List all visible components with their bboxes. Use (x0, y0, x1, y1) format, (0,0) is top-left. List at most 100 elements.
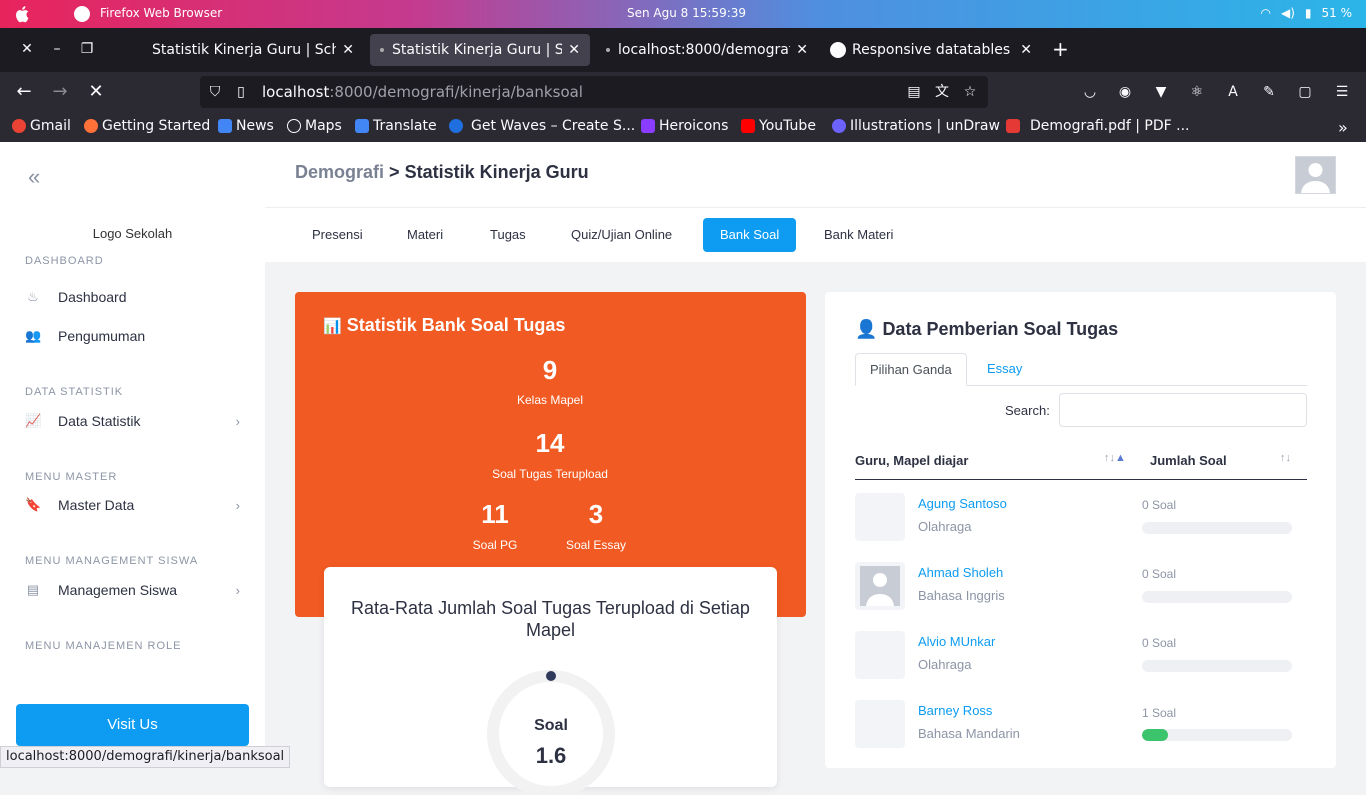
bookmark-gmail[interactable]: Gmail (12, 118, 71, 134)
gmail-icon (12, 119, 26, 133)
bookmarks-bar: Gmail Getting Started News Maps Translat… (0, 112, 1366, 142)
row-subject: Bahasa Inggris (918, 588, 1005, 603)
stop-icon[interactable]: ✕ (86, 82, 106, 102)
user-icon: 👤 (855, 319, 878, 339)
sidebar-item-managemen-siswa[interactable]: ▤ Managemen Siswa › (25, 579, 240, 601)
bookmark-translate[interactable]: Translate (355, 118, 437, 134)
translate-page-icon[interactable]: 文 (933, 83, 951, 101)
sort-asc-icon[interactable]: ↑↓▲ (1104, 452, 1126, 464)
browser-tab[interactable]: Statistik Kinerja Guru | Schoo ✕ (142, 34, 364, 66)
maximize-window-icon[interactable]: ❐ (79, 41, 95, 57)
tab-bank-materi[interactable]: Bank Materi (807, 218, 910, 252)
radial-value: 1.6 (535, 743, 567, 768)
bookmark-demografi-pdf[interactable]: Demografi.pdf | PDF ... (1006, 118, 1189, 134)
tab-quiz[interactable]: Quiz/Ujian Online (554, 218, 689, 252)
bookmark-heroicons[interactable]: Heroicons (641, 118, 728, 134)
volume-icon[interactable]: ◀) (1281, 6, 1295, 20)
translate-extension-icon[interactable]: A (1224, 83, 1242, 101)
battery-level: 51 % (1321, 6, 1353, 20)
tab-essay[interactable]: Essay (973, 353, 1036, 386)
menu-icon[interactable]: ☰ (1333, 83, 1351, 101)
system-tray[interactable]: ◠ ◀) ▮ 51 % (1260, 6, 1352, 20)
status-bar-url: localhost:8000/demografi/kinerja/banksoa… (0, 746, 291, 768)
more-bookmarks-icon[interactable]: » (1338, 118, 1348, 137)
shield-icon[interactable]: ⛉ (206, 83, 224, 101)
avatar[interactable] (1295, 156, 1336, 194)
row-progress-fill (1142, 729, 1168, 741)
bookmark-maps[interactable]: Maps (287, 118, 342, 134)
eyedropper-icon[interactable]: ✎ (1260, 83, 1278, 101)
section-title: MENU MANAGEMENT SISWA (25, 555, 199, 567)
pocket-icon[interactable]: ◡ (1081, 83, 1099, 101)
close-window-icon[interactable]: ✕ (19, 41, 35, 57)
battery-icon[interactable]: ▮ (1305, 6, 1312, 20)
back-icon[interactable]: ← (14, 82, 34, 102)
clock[interactable]: Sen Agu 8 15:59:39 (627, 6, 746, 20)
collapse-sidebar-icon[interactable]: « (28, 164, 40, 190)
heroicons-icon (641, 119, 655, 133)
browser-tab[interactable]: Responsive datatables in ✕ (820, 34, 1042, 66)
kelas-mapel-label: Kelas Mapel (516, 393, 584, 407)
page-icon[interactable]: ▯ (232, 83, 250, 101)
container-icon[interactable]: ▢ (1296, 83, 1314, 101)
wifi-icon[interactable]: ◠ (1260, 6, 1270, 20)
row-count: 1 Soal (1142, 706, 1177, 720)
tab-pilihan-ganda[interactable]: Pilihan Ganda (855, 353, 967, 386)
sidebar-item-label: Dashboard (58, 289, 127, 305)
browser-tab-active[interactable]: Statistik Kinerja Guru | Sc ✕ (370, 34, 590, 66)
url-bar[interactable]: ⛉ ▯ localhost:8000/demografi/kinerja/ban… (200, 76, 988, 108)
column-header-guru[interactable]: Guru, Mapel diajar (855, 453, 968, 468)
tab-bank-soal[interactable]: Bank Soal (703, 218, 797, 252)
bookmark-undraw[interactable]: Illustrations | unDraw (832, 118, 1000, 134)
chart-title: Rata-Rata Jumlah Soal Tugas Terupload di… (351, 598, 750, 640)
row-thumbnail (855, 493, 905, 541)
sidebar-item-master-data[interactable]: 🔖 Master Data › (25, 494, 240, 516)
close-tab-icon[interactable]: ✕ (1020, 42, 1032, 58)
close-tab-icon[interactable]: ✕ (568, 42, 580, 58)
extension-icon[interactable]: ◉ (1116, 83, 1134, 101)
section-title: MENU MANAJEMEN ROLE (25, 640, 182, 652)
star-icon[interactable]: ☆ (961, 83, 979, 101)
row-teacher-name[interactable]: Agung Santoso (918, 496, 1007, 511)
apple-icon[interactable] (14, 5, 32, 23)
sidebar-item-pengumuman[interactable]: 👥 Pengumuman (25, 325, 240, 347)
bookmark-getting-started[interactable]: Getting Started (84, 118, 210, 134)
breadcrumb-parent[interactable]: Demografi (295, 162, 384, 182)
bookmark-news[interactable]: News (218, 118, 274, 134)
tab-tugas[interactable]: Tugas (473, 218, 543, 252)
bookmark-label: News (236, 118, 274, 134)
sidebar-item-dashboard[interactable]: ♨ Dashboard (25, 286, 240, 308)
row-teacher-name[interactable]: Ahmad Sholeh (918, 565, 1003, 580)
close-tab-icon[interactable]: ✕ (796, 42, 808, 58)
tab-presensi[interactable]: Presensi (295, 218, 380, 252)
close-tab-icon[interactable]: ✕ (342, 42, 354, 58)
sidebar-item-data-statistik[interactable]: 📈 Data Statistik › (25, 410, 240, 432)
firefox-icon (84, 119, 98, 133)
row-thumbnail (855, 700, 905, 748)
bookmark-label: YouTube (759, 118, 816, 134)
row-teacher-name[interactable]: Alvio MUnkar (918, 634, 995, 649)
bookmark-label: Gmail (30, 118, 71, 134)
row-teacher-name[interactable]: Barney Ross (918, 703, 992, 718)
bookmark-get-waves[interactable]: Get Waves – Create S... (449, 118, 635, 134)
forward-icon[interactable]: → (50, 82, 70, 102)
row-progress-bar (1142, 591, 1292, 603)
chart-card: Rata-Rata Jumlah Soal Tugas Terupload di… (324, 567, 777, 795)
url-text[interactable]: localhost:8000/demografi/kinerja/banksoa… (262, 83, 583, 101)
sort-icon[interactable]: ↑↓ (1280, 452, 1291, 464)
visit-us-button[interactable]: Visit Us (16, 704, 249, 746)
vue-devtools-icon[interactable]: ▼ (1152, 83, 1170, 101)
react-devtools-icon[interactable]: ⚛ (1188, 83, 1206, 101)
terupload-label: Soal Tugas Terupload (492, 467, 608, 481)
reader-view-icon[interactable]: ▤ (905, 83, 923, 101)
tab-materi[interactable]: Materi (390, 218, 460, 252)
search-input[interactable] (1059, 393, 1307, 427)
waves-icon (449, 119, 463, 133)
sidebar: « Logo Sekolah DASHBOARD ♨ Dashboard 👥 P… (0, 142, 265, 768)
soal-pg-label: Soal PG (472, 538, 518, 552)
column-header-jumlah-soal[interactable]: Jumlah Soal (1150, 453, 1227, 468)
minimize-window-icon[interactable]: – (49, 41, 65, 57)
bookmark-youtube[interactable]: YouTube (741, 118, 816, 134)
browser-tab[interactable]: localhost:8000/demograf ✕ (596, 34, 818, 66)
new-tab-icon[interactable]: + (1052, 39, 1069, 59)
